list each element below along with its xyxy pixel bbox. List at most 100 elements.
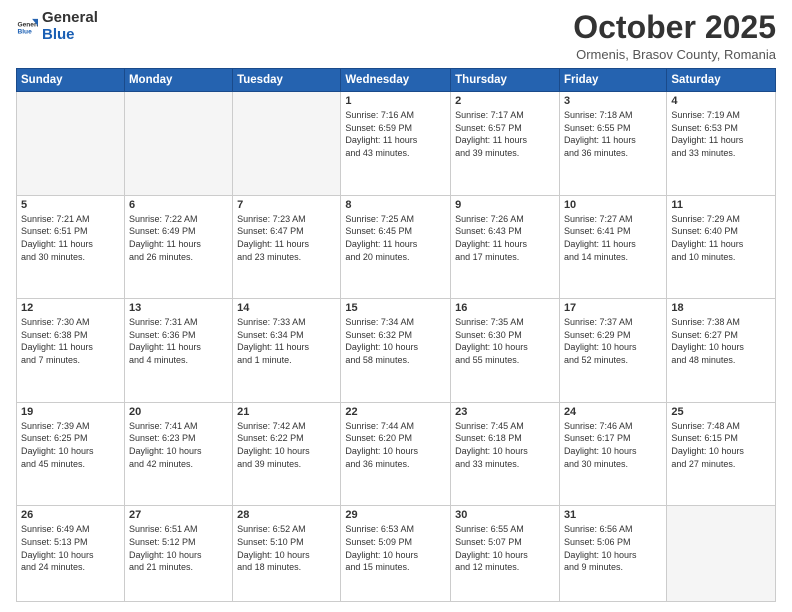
day-info: Sunrise: 7:33 AM Sunset: 6:34 PM Dayligh… (237, 316, 336, 366)
day-number: 13 (129, 302, 228, 314)
day-number: 17 (564, 302, 662, 314)
day-number: 5 (21, 199, 120, 211)
day-info: Sunrise: 7:44 AM Sunset: 6:20 PM Dayligh… (345, 420, 446, 470)
day-info: Sunrise: 7:41 AM Sunset: 6:23 PM Dayligh… (129, 420, 228, 470)
header-row: SundayMondayTuesdayWednesdayThursdayFrid… (17, 69, 776, 92)
day-info: Sunrise: 7:16 AM Sunset: 6:59 PM Dayligh… (345, 109, 446, 159)
day-number: 9 (455, 199, 555, 211)
day-info: Sunrise: 6:55 AM Sunset: 5:07 PM Dayligh… (455, 523, 555, 573)
calendar-cell: 1 Sunrise: 7:16 AM Sunset: 6:59 PM Daylig… (341, 92, 451, 196)
calendar-cell: 2 Sunrise: 7:17 AM Sunset: 6:57 PM Daylig… (451, 92, 560, 196)
calendar-cell: 24Sunrise: 7:46 AM Sunset: 6:17 PM Dayli… (559, 402, 666, 506)
day-number: 29 (345, 509, 446, 521)
calendar-cell (17, 92, 125, 196)
day-number: 16 (455, 302, 555, 314)
day-number: 7 (237, 199, 336, 211)
calendar-cell: 16 Sunrise: 7:35 AM Sunset: 6:30 PM Dayli… (451, 299, 560, 403)
day-header-thursday: Thursday (451, 69, 560, 92)
day-info: Sunrise: 7:21 AM Sunset: 6:51 PM Dayligh… (21, 213, 120, 263)
day-info: Sunrise: 7:25 AM Sunset: 6:45 PM Dayligh… (345, 213, 446, 263)
title-block: October 2025 Ormenis, Brasov County, Rom… (573, 10, 776, 62)
day-number: 4 (671, 95, 771, 107)
week-row-4: 19 Sunrise: 7:39 AM Sunset: 6:25 PM Dayli… (17, 402, 776, 506)
calendar-cell: 21Sunrise: 7:42 AM Sunset: 6:22 PM Dayli… (233, 402, 341, 506)
calendar-cell: 27 Sunrise: 6:51 AM Sunset: 5:12 PM Dayli… (124, 506, 232, 602)
calendar-cell: 4 Sunrise: 7:19 AM Sunset: 6:53 PM Daylig… (667, 92, 776, 196)
day-number: 25 (671, 406, 771, 418)
calendar-cell: 13 Sunrise: 7:31 AM Sunset: 6:36 PM Dayli… (124, 299, 232, 403)
day-info: Sunrise: 6:49 AM Sunset: 5:13 PM Dayligh… (21, 523, 120, 573)
week-row-5: 26 Sunrise: 6:49 AM Sunset: 5:13 PM Dayli… (17, 506, 776, 602)
calendar-cell: 11 Sunrise: 7:29 AM Sunset: 6:40 PM Dayli… (667, 195, 776, 299)
day-number: 10 (564, 199, 662, 211)
day-number: 21 (237, 406, 336, 418)
logo-blue: Blue (42, 27, 98, 44)
day-info: Sunrise: 6:51 AM Sunset: 5:12 PM Dayligh… (129, 523, 228, 573)
week-row-2: 5 Sunrise: 7:21 AM Sunset: 6:51 PM Daylig… (17, 195, 776, 299)
day-info: Sunrise: 7:37 AM Sunset: 6:29 PM Dayligh… (564, 316, 662, 366)
day-number: 31 (564, 509, 662, 521)
calendar-cell: 9 Sunrise: 7:26 AM Sunset: 6:43 PM Daylig… (451, 195, 560, 299)
calendar-cell (667, 506, 776, 602)
day-info: Sunrise: 6:52 AM Sunset: 5:10 PM Dayligh… (237, 523, 336, 573)
day-number: 24 (564, 406, 662, 418)
day-number: 19 (21, 406, 120, 418)
calendar-cell: 7Sunrise: 7:23 AM Sunset: 6:47 PM Daylig… (233, 195, 341, 299)
day-number: 22 (345, 406, 446, 418)
calendar-cell: 3Sunrise: 7:18 AM Sunset: 6:55 PM Daylig… (559, 92, 666, 196)
day-number: 14 (237, 302, 336, 314)
calendar-cell: 30 Sunrise: 6:55 AM Sunset: 5:07 PM Dayli… (451, 506, 560, 602)
day-info: Sunrise: 7:30 AM Sunset: 6:38 PM Dayligh… (21, 316, 120, 366)
calendar-cell (124, 92, 232, 196)
calendar-cell: 18 Sunrise: 7:38 AM Sunset: 6:27 PM Dayli… (667, 299, 776, 403)
day-info: Sunrise: 7:27 AM Sunset: 6:41 PM Dayligh… (564, 213, 662, 263)
header: General Blue General Blue October 2025 O… (16, 10, 776, 62)
day-number: 2 (455, 95, 555, 107)
day-number: 15 (345, 302, 446, 314)
day-info: Sunrise: 7:34 AM Sunset: 6:32 PM Dayligh… (345, 316, 446, 366)
calendar-cell: 28Sunrise: 6:52 AM Sunset: 5:10 PM Dayli… (233, 506, 341, 602)
location-title: Ormenis, Brasov County, Romania (573, 47, 776, 62)
day-header-friday: Friday (559, 69, 666, 92)
calendar-cell (233, 92, 341, 196)
day-info: Sunrise: 7:18 AM Sunset: 6:55 PM Dayligh… (564, 109, 662, 159)
day-number: 8 (345, 199, 446, 211)
day-info: Sunrise: 7:31 AM Sunset: 6:36 PM Dayligh… (129, 316, 228, 366)
calendar-cell: 8 Sunrise: 7:25 AM Sunset: 6:45 PM Daylig… (341, 195, 451, 299)
month-title: October 2025 (573, 10, 776, 45)
calendar-cell: 17 Sunrise: 7:37 AM Sunset: 6:29 PM Dayli… (559, 299, 666, 403)
day-info: Sunrise: 7:17 AM Sunset: 6:57 PM Dayligh… (455, 109, 555, 159)
calendar-cell: 31 Sunrise: 6:56 AM Sunset: 5:06 PM Dayli… (559, 506, 666, 602)
day-number: 1 (345, 95, 446, 107)
calendar-cell: 6 Sunrise: 7:22 AM Sunset: 6:49 PM Daylig… (124, 195, 232, 299)
logo-general: General (42, 10, 98, 27)
day-info: Sunrise: 7:19 AM Sunset: 6:53 PM Dayligh… (671, 109, 771, 159)
day-info: Sunrise: 7:26 AM Sunset: 6:43 PM Dayligh… (455, 213, 555, 263)
day-info: Sunrise: 7:35 AM Sunset: 6:30 PM Dayligh… (455, 316, 555, 366)
day-info: Sunrise: 7:48 AM Sunset: 6:15 PM Dayligh… (671, 420, 771, 470)
day-info: Sunrise: 7:29 AM Sunset: 6:40 PM Dayligh… (671, 213, 771, 263)
day-number: 26 (21, 509, 120, 521)
calendar-cell: 12Sunrise: 7:30 AM Sunset: 6:38 PM Dayli… (17, 299, 125, 403)
day-info: Sunrise: 7:38 AM Sunset: 6:27 PM Dayligh… (671, 316, 771, 366)
day-info: Sunrise: 7:22 AM Sunset: 6:49 PM Dayligh… (129, 213, 228, 263)
day-number: 23 (455, 406, 555, 418)
day-number: 30 (455, 509, 555, 521)
page: General Blue General Blue October 2025 O… (0, 0, 792, 612)
calendar-cell: 19 Sunrise: 7:39 AM Sunset: 6:25 PM Dayli… (17, 402, 125, 506)
calendar-cell: 29 Sunrise: 6:53 AM Sunset: 5:09 PM Dayli… (341, 506, 451, 602)
calendar-cell: 25 Sunrise: 7:48 AM Sunset: 6:15 PM Dayli… (667, 402, 776, 506)
day-info: Sunrise: 6:56 AM Sunset: 5:06 PM Dayligh… (564, 523, 662, 573)
day-number: 27 (129, 509, 228, 521)
calendar-cell: 26 Sunrise: 6:49 AM Sunset: 5:13 PM Dayli… (17, 506, 125, 602)
day-info: Sunrise: 7:45 AM Sunset: 6:18 PM Dayligh… (455, 420, 555, 470)
calendar-cell: 10 Sunrise: 7:27 AM Sunset: 6:41 PM Dayli… (559, 195, 666, 299)
day-info: Sunrise: 7:39 AM Sunset: 6:25 PM Dayligh… (21, 420, 120, 470)
day-number: 6 (129, 199, 228, 211)
day-number: 11 (671, 199, 771, 211)
day-number: 18 (671, 302, 771, 314)
day-number: 20 (129, 406, 228, 418)
calendar-cell: 14 Sunrise: 7:33 AM Sunset: 6:34 PM Dayli… (233, 299, 341, 403)
day-info: Sunrise: 6:53 AM Sunset: 5:09 PM Dayligh… (345, 523, 446, 573)
day-header-saturday: Saturday (667, 69, 776, 92)
